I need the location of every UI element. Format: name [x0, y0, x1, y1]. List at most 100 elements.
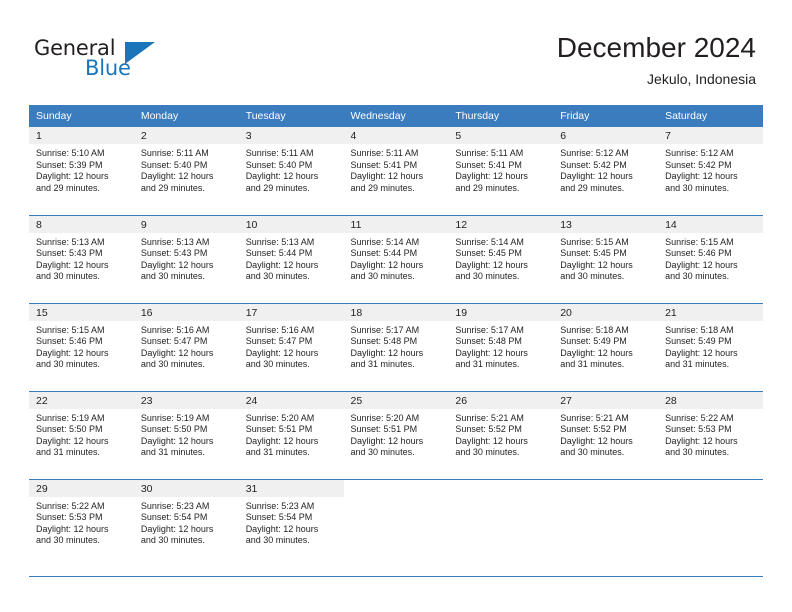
day-cell[interactable]: 11 Sunrise: 5:14 AM Sunset: 5:44 PM Dayl… — [343, 214, 449, 303]
daylight-text-line1: Daylight: 12 hours — [36, 523, 109, 534]
day-cell[interactable]: 14 Sunrise: 5:15 AM Sunset: 5:46 PM Dayl… — [658, 214, 763, 303]
day-cell[interactable]: 18 Sunrise: 5:17 AM Sunset: 5:48 PM Dayl… — [343, 302, 449, 391]
daylight-text-line2: and 29 minutes. — [36, 182, 101, 193]
weekday-header-wednesday: Wednesday — [343, 105, 449, 127]
weekday-header-tuesday: Tuesday — [238, 105, 344, 127]
day-details: Sunrise: 5:14 AM Sunset: 5:45 PM Dayligh… — [448, 233, 553, 283]
day-number: 4 — [343, 127, 449, 144]
daylight-text-line1: Daylight: 12 hours — [350, 347, 424, 358]
daylight-text-line1: Daylight: 12 hours — [36, 171, 109, 182]
sunrise-text: Sunrise: 5:22 AM — [665, 412, 734, 423]
day-cell[interactable]: 8 Sunrise: 5:13 AM Sunset: 5:43 PM Dayli… — [29, 214, 134, 303]
day-cell[interactable]: 6 Sunrise: 5:12 AM Sunset: 5:42 PM Dayli… — [553, 127, 659, 215]
daylight-text-line2: and 30 minutes. — [245, 535, 310, 546]
day-cell[interactable]: 12 Sunrise: 5:14 AM Sunset: 5:45 PM Dayl… — [448, 214, 554, 303]
day-cell[interactable]: 19 Sunrise: 5:17 AM Sunset: 5:48 PM Dayl… — [448, 302, 554, 391]
sunset-text: Sunset: 5:39 PM — [36, 159, 103, 170]
day-cell[interactable]: 10 Sunrise: 5:13 AM Sunset: 5:44 PM Dayl… — [238, 214, 344, 303]
day-cell[interactable]: 28 Sunrise: 5:22 AM Sunset: 5:53 PM Dayl… — [658, 390, 763, 479]
day-cell[interactable]: 26 Sunrise: 5:21 AM Sunset: 5:52 PM Dayl… — [448, 390, 554, 479]
daylight-text-line1: Daylight: 12 hours — [560, 259, 633, 270]
day-cell[interactable]: 20 Sunrise: 5:18 AM Sunset: 5:49 PM Dayl… — [553, 302, 659, 391]
sunrise-text: Sunrise: 5:17 AM — [350, 324, 420, 335]
day-cell[interactable]: 24 Sunrise: 5:20 AM Sunset: 5:51 PM Dayl… — [238, 390, 344, 479]
day-details: Sunrise: 5:11 AM Sunset: 5:40 PM Dayligh… — [239, 144, 344, 194]
sunset-text: Sunset: 5:41 PM — [350, 159, 418, 170]
calendar-bottom-rule — [29, 576, 763, 577]
sunrise-text: Sunrise: 5:14 AM — [455, 236, 524, 247]
sunrise-text: Sunrise: 5:11 AM — [350, 148, 419, 158]
daylight-text-line2: and 30 minutes. — [245, 359, 310, 370]
day-details: Sunrise: 5:19 AM Sunset: 5:50 PM Dayligh… — [134, 409, 239, 459]
day-number — [658, 480, 763, 497]
daylight-text-line1: Daylight: 12 hours — [36, 435, 109, 446]
sunset-text: Sunset: 5:41 PM — [455, 159, 522, 170]
day-cell-empty — [448, 478, 554, 567]
sunset-text: Sunset: 5:48 PM — [350, 336, 418, 347]
day-number: 23 — [133, 391, 239, 409]
day-cell[interactable]: 1 Sunrise: 5:10 AM Sunset: 5:39 PM Dayli… — [29, 127, 134, 215]
day-cell[interactable]: 30 Sunrise: 5:23 AM Sunset: 5:54 PM Dayl… — [133, 478, 239, 567]
day-number — [448, 480, 553, 497]
sunset-text: Sunset: 5:40 PM — [140, 159, 208, 170]
weekday-header-thursday: Thursday — [448, 105, 554, 127]
daylight-text-line2: and 31 minutes. — [560, 359, 625, 370]
day-cell[interactable]: 16 Sunrise: 5:16 AM Sunset: 5:47 PM Dayl… — [133, 302, 239, 391]
week-row: 22 Sunrise: 5:19 AM Sunset: 5:50 PM Dayl… — [29, 390, 763, 479]
day-cell[interactable]: 13 Sunrise: 5:15 AM Sunset: 5:45 PM Dayl… — [553, 214, 659, 303]
day-details: Sunrise: 5:14 AM Sunset: 5:44 PM Dayligh… — [344, 233, 449, 283]
sunrise-text: Sunrise: 5:12 AM — [665, 148, 734, 158]
day-cell[interactable]: 7 Sunrise: 5:12 AM Sunset: 5:42 PM Dayli… — [658, 127, 763, 215]
daylight-text-line1: Daylight: 12 hours — [665, 435, 738, 446]
daylight-text-line2: and 30 minutes. — [36, 271, 101, 282]
day-cell[interactable]: 27 Sunrise: 5:21 AM Sunset: 5:52 PM Dayl… — [553, 390, 659, 479]
day-cell[interactable]: 9 Sunrise: 5:13 AM Sunset: 5:43 PM Dayli… — [133, 214, 239, 303]
day-cell[interactable]: 25 Sunrise: 5:20 AM Sunset: 5:51 PM Dayl… — [343, 390, 449, 479]
day-details: Sunrise: 5:10 AM Sunset: 5:39 PM Dayligh… — [29, 144, 134, 194]
day-cell[interactable]: 22 Sunrise: 5:19 AM Sunset: 5:50 PM Dayl… — [29, 390, 134, 479]
calendar-table: Sunday Monday Tuesday Wednesday Thursday… — [29, 105, 763, 567]
sunset-text: Sunset: 5:51 PM — [350, 424, 418, 435]
general-blue-logo[interactable]: General Blue — [34, 36, 164, 84]
day-cell[interactable]: 21 Sunrise: 5:18 AM Sunset: 5:49 PM Dayl… — [658, 302, 763, 391]
sunset-text: Sunset: 5:52 PM — [560, 424, 627, 435]
sunrise-text: Sunrise: 5:16 AM — [140, 324, 210, 335]
day-details: Sunrise: 5:16 AM Sunset: 5:47 PM Dayligh… — [239, 321, 344, 371]
daylight-text-line2: and 30 minutes. — [140, 271, 205, 282]
weekday-header-friday: Friday — [553, 105, 659, 127]
day-cell[interactable]: 2 Sunrise: 5:11 AM Sunset: 5:40 PM Dayli… — [133, 127, 239, 215]
day-number — [553, 480, 658, 497]
day-details: Sunrise: 5:22 AM Sunset: 5:53 PM Dayligh… — [658, 409, 763, 459]
day-cell[interactable]: 4 Sunrise: 5:11 AM Sunset: 5:41 PM Dayli… — [343, 127, 449, 215]
sunrise-text: Sunrise: 5:12 AM — [560, 148, 629, 158]
day-number: 1 — [29, 127, 134, 144]
day-cell[interactable]: 29 Sunrise: 5:22 AM Sunset: 5:53 PM Dayl… — [29, 478, 134, 567]
day-cell[interactable]: 31 Sunrise: 5:23 AM Sunset: 5:54 PM Dayl… — [238, 478, 344, 567]
day-cell-empty — [658, 478, 763, 567]
day-number: 14 — [658, 215, 763, 233]
day-details: Sunrise: 5:11 AM Sunset: 5:40 PM Dayligh… — [134, 144, 239, 194]
day-number: 28 — [658, 391, 763, 409]
day-cell[interactable]: 3 Sunrise: 5:11 AM Sunset: 5:40 PM Dayli… — [238, 127, 344, 215]
sunrise-text: Sunrise: 5:18 AM — [665, 324, 734, 335]
logo-text-blue: Blue — [85, 56, 131, 80]
day-number: 20 — [553, 303, 659, 321]
daylight-text-line2: and 29 minutes. — [560, 182, 625, 193]
sunset-text: Sunset: 5:42 PM — [665, 159, 732, 170]
day-number: 15 — [29, 303, 134, 321]
day-cell[interactable]: 15 Sunrise: 5:15 AM Sunset: 5:46 PM Dayl… — [29, 302, 134, 391]
daylight-text-line2: and 30 minutes. — [665, 447, 730, 458]
page-title: December 2024 — [556, 32, 756, 63]
daylight-text-line2: and 31 minutes. — [36, 447, 101, 458]
daylight-text-line1: Daylight: 12 hours — [245, 523, 319, 534]
day-cell[interactable]: 23 Sunrise: 5:19 AM Sunset: 5:50 PM Dayl… — [133, 390, 239, 479]
day-details: Sunrise: 5:18 AM Sunset: 5:49 PM Dayligh… — [658, 321, 763, 371]
sunrise-text: Sunrise: 5:13 AM — [140, 236, 210, 247]
day-cell[interactable]: 17 Sunrise: 5:16 AM Sunset: 5:47 PM Dayl… — [238, 302, 344, 391]
day-number: 5 — [448, 127, 554, 144]
sunrise-text: Sunrise: 5:22 AM — [36, 500, 105, 511]
weekday-header-monday: Monday — [133, 105, 239, 127]
day-number: 6 — [553, 127, 659, 144]
day-cell[interactable]: 5 Sunrise: 5:11 AM Sunset: 5:41 PM Dayli… — [448, 127, 554, 215]
daylight-text-line2: and 30 minutes. — [350, 271, 415, 282]
